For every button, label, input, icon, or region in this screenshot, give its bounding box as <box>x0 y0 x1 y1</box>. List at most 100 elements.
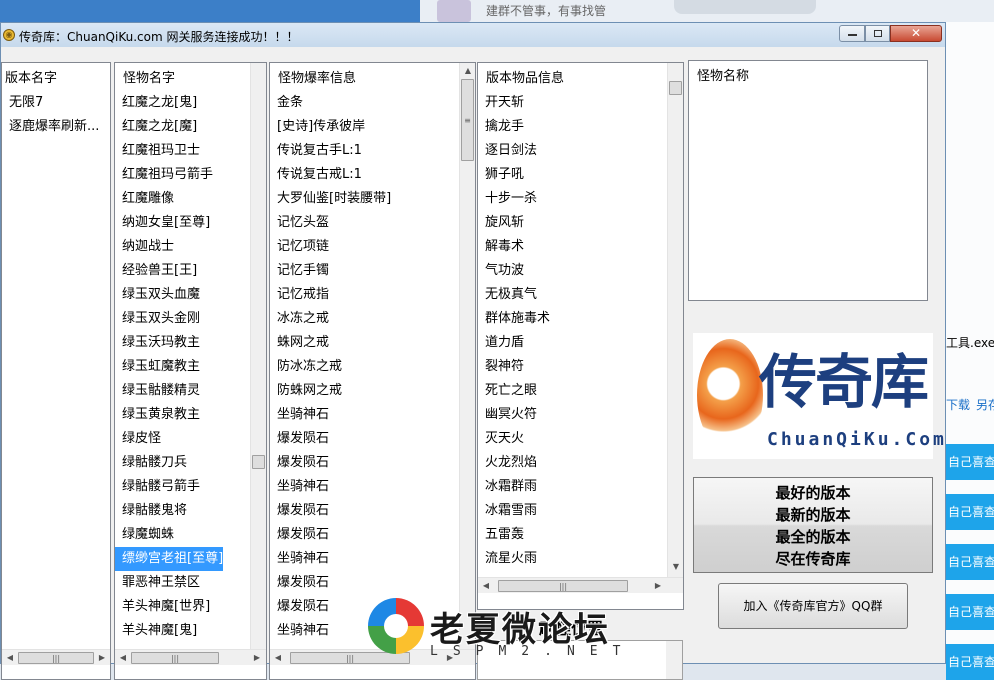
version-list[interactable]: 版本名字 无限7 逐鹿爆率刷新... ◀ ||| ▶ <box>1 62 111 680</box>
drop-rate-list-item[interactable]: 记忆戒指 <box>270 283 391 307</box>
version-item-list-item[interactable]: 道力盾 <box>478 331 550 355</box>
monster-list-item[interactable]: 羊头神魔[世界] <box>115 595 223 619</box>
version-item-list[interactable]: 版本物品信息 开天斩 擒龙手 逐日剑法 狮子吼 十步一杀 旋风斩 解毒术 气功波 无极真气 群体施… <box>477 62 684 610</box>
drop-rate-list-item[interactable]: 爆发陨石 <box>270 451 391 475</box>
drop-rate-list-item[interactable]: 爆发陨石 <box>270 427 391 451</box>
version-item-list-item[interactable]: 逐日剑法 <box>478 139 550 163</box>
version-item-list-item[interactable]: 死亡之眼 <box>478 379 550 403</box>
monster-list-item[interactable]: 绿玉双头血魔 <box>115 283 223 307</box>
drop-rate-list-item[interactable]: 传说复古戒L:1 <box>270 163 391 187</box>
background-download-link[interactable]: 下载 <box>946 396 970 413</box>
minimize-button[interactable] <box>839 25 865 42</box>
version-list-item[interactable]: 逐鹿爆率刷新... <box>2 115 99 139</box>
monster-list-item[interactable]: 羊头神魔[鬼] <box>115 619 223 643</box>
version-item-list-item[interactable]: 无极真气 <box>478 283 550 307</box>
drop-rate-list-item[interactable]: 蛛网之戒 <box>270 331 391 355</box>
drop-rate-list-item[interactable]: 坐骑神石 <box>270 403 391 427</box>
monster-list-item[interactable]: 红魔之龙[鬼] <box>115 91 223 115</box>
drop-rate-list-item[interactable]: 防蛛网之戒 <box>270 379 391 403</box>
background-blue-button[interactable]: 自己喜查 <box>946 594 994 630</box>
monster-list-item[interactable]: 经验兽王[王] <box>115 259 223 283</box>
monster-vscroll-thumb[interactable] <box>252 455 265 469</box>
drop-rate-list-item[interactable]: 记忆手镯 <box>270 259 391 283</box>
monster-list-item[interactable]: 纳迦女皇[至尊] <box>115 211 223 235</box>
title-bar[interactable]: ◉ 传奇库：ChuanQiKu.com 网关服务连接成功！！！ ✕ <box>1 23 945 47</box>
drop-rate-list-item[interactable]: 爆发陨石 <box>270 523 391 547</box>
scroll-right-arrow-icon[interactable]: ▶ <box>650 578 666 594</box>
version-item-list-item[interactable]: 幽冥火符 <box>478 403 550 427</box>
monster-list-item[interactable]: 绿骷髅刀兵 <box>115 451 223 475</box>
drop-vscrollbar[interactable]: ▲ ≡ <box>459 63 475 649</box>
version-item-list-item[interactable]: 流星火雨 <box>478 547 550 571</box>
version-item-list-item[interactable]: 解毒术 <box>478 235 550 259</box>
monster-list-item[interactable]: 红魔之龙[魔] <box>115 115 223 139</box>
refresh-vscrollbar[interactable] <box>666 641 682 679</box>
monster-hscroll-thumb[interactable]: ||| <box>131 652 219 664</box>
join-qq-group-button[interactable]: 加入《传奇库官方》QQ群 <box>718 583 908 629</box>
monster-list[interactable]: 怪物名字 红魔之龙[鬼] 红魔之龙[魔] 红魔祖玛卫士 红魔祖玛弓箭手 红魔雕像 纳迦女皇… <box>114 62 267 680</box>
monster-list-item[interactable]: 红魔祖玛卫士 <box>115 139 223 163</box>
monster-list-item[interactable]: 纳迦战士 <box>115 235 223 259</box>
scroll-up-arrow-icon[interactable]: ▲ <box>460 63 475 79</box>
version-item-list-item[interactable]: 十步一杀 <box>478 187 550 211</box>
monster-list-item[interactable]: 绿魔蜘蛛 <box>115 523 223 547</box>
monster-list-item[interactable]: 绿玉黄泉教主 <box>115 403 223 427</box>
drop-rate-list-item[interactable]: 记忆项链 <box>270 235 391 259</box>
drop-rate-list-item[interactable]: 爆发陨石 <box>270 499 391 523</box>
version-item-list-item[interactable]: 裂神符 <box>478 355 550 379</box>
background-blue-button[interactable]: 自己喜查 <box>946 494 994 530</box>
item-vscroll-thumb[interactable] <box>669 81 682 95</box>
scroll-left-arrow-icon[interactable]: ◀ <box>478 578 494 594</box>
version-item-list-item[interactable]: 群体施毒术 <box>478 307 550 331</box>
background-blue-button[interactable]: 自己喜查 <box>946 544 994 580</box>
item-hscrollbar[interactable]: ◀ ||| ▶ <box>478 577 683 593</box>
drop-rate-list-item[interactable]: 防冰冻之戒 <box>270 355 391 379</box>
version-list-item[interactable]: 无限7 <box>2 91 99 115</box>
version-item-list-item[interactable]: 开天斩 <box>478 91 550 115</box>
version-item-list-item[interactable]: 火龙烈焰 <box>478 451 550 475</box>
drop-rate-list-item[interactable]: 坐骑神石 <box>270 475 391 499</box>
monster-name-box[interactable]: 怪物名称 <box>688 60 928 301</box>
drop-rate-list-item[interactable]: 金条 <box>270 91 391 115</box>
version-item-list-item[interactable]: 旋风斩 <box>478 211 550 235</box>
monster-list-item[interactable]: 红魔雕像 <box>115 187 223 211</box>
background-blue-button[interactable]: 自己喜查 <box>946 644 994 680</box>
drop-rate-list-item[interactable]: 大罗仙鉴[时装腰带] <box>270 187 391 211</box>
item-hscroll-thumb[interactable]: ||| <box>498 580 628 592</box>
monster-list-item[interactable]: 绿玉沃玛教主 <box>115 331 223 355</box>
drop-rate-list-item[interactable]: [史诗]传承彼岸 <box>270 115 391 139</box>
monster-list-item[interactable]: 绿玉双头金刚 <box>115 307 223 331</box>
monster-list-item[interactable]: 绿皮怪 <box>115 427 223 451</box>
monster-list-item[interactable]: 红魔祖玛弓箭手 <box>115 163 223 187</box>
version-hscroll-thumb[interactable]: ||| <box>18 652 94 664</box>
version-item-list-item[interactable]: 冰霜雪雨 <box>478 499 550 523</box>
scroll-down-arrow-icon[interactable]: ▼ <box>668 559 683 575</box>
background-save-as-link[interactable]: 另存 <box>976 396 994 413</box>
drop-rate-list-item[interactable]: 传说复古手L:1 <box>270 139 391 163</box>
monster-list-item[interactable]: 罪恶神王禁区 <box>115 571 223 595</box>
maximize-button[interactable] <box>865 25 890 42</box>
drop-vscroll-thumb[interactable]: ≡ <box>461 79 474 161</box>
drop-rate-list-item[interactable]: 冰冻之戒 <box>270 307 391 331</box>
close-button[interactable]: ✕ <box>890 25 942 42</box>
drop-rate-list-item[interactable]: 坐骑神石 <box>270 547 391 571</box>
monster-list-item[interactable]: 绿玉骷髅精灵 <box>115 379 223 403</box>
version-item-list-item[interactable]: 气功波 <box>478 259 550 283</box>
monster-list-item[interactable]: 绿玉虹魔教主 <box>115 355 223 379</box>
monster-list-item[interactable]: 绿骷髅鬼将 <box>115 499 223 523</box>
version-item-list-item[interactable]: 冰霜群雨 <box>478 475 550 499</box>
monster-list-item[interactable]: 绿骷髅弓箭手 <box>115 475 223 499</box>
monster-list-item[interactable]: 缥缈宫老祖[至尊] <box>115 547 224 571</box>
item-vscrollbar[interactable]: ▼ <box>667 63 683 577</box>
monster-hscrollbar[interactable]: ◀ ||| ▶ <box>115 649 266 665</box>
version-item-list-item[interactable]: 擒龙手 <box>478 115 550 139</box>
drop-rate-list[interactable]: 怪物爆率信息 金条 [史诗]传承彼岸 传说复古手L:1 传说复古戒L:1 大罗仙鉴[时装… <box>269 62 476 680</box>
promo-button[interactable]: 最好的版本 最新的版本 最全的版本 尽在传奇库 <box>693 477 933 573</box>
version-item-list-item[interactable]: 灭天火 <box>478 427 550 451</box>
drop-rate-list-item[interactable]: 记忆头盔 <box>270 211 391 235</box>
version-hscrollbar[interactable]: ◀ ||| ▶ <box>2 649 110 665</box>
background-blue-button[interactable]: 自己喜查 <box>946 444 994 480</box>
monster-vscrollbar[interactable] <box>250 63 266 649</box>
version-item-list-item[interactable]: 五雷轰 <box>478 523 550 547</box>
drop-rate-list-item[interactable]: 爆发陨石 <box>270 571 391 595</box>
